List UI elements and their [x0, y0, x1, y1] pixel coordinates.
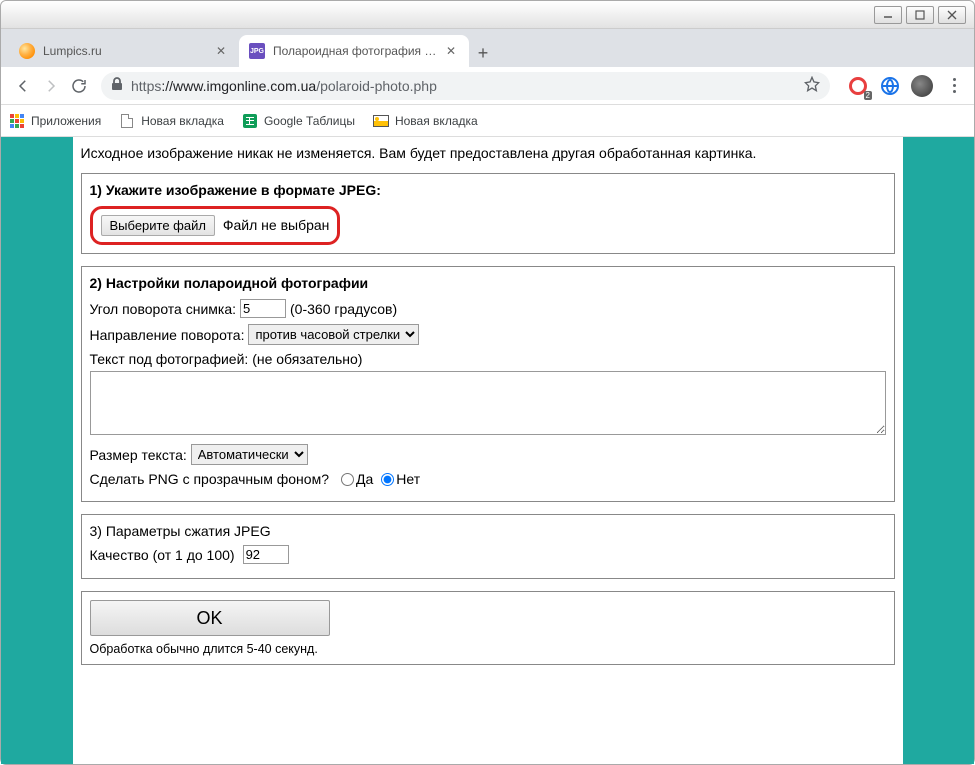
- url-host: ://www.imgonline.com.ua: [161, 78, 316, 94]
- upload-highlight: Выберите файл Файл не выбран: [90, 206, 341, 245]
- section-jpeg: 3) Параметры сжатия JPEG Качество (от 1 …: [81, 514, 895, 579]
- angle-hint: (0-360 градусов): [290, 301, 397, 317]
- quality-input[interactable]: [243, 545, 289, 564]
- png-no-label: Нет: [396, 471, 420, 487]
- browser-window: Lumpics.ru ✕ JPG Полароидная фотография …: [0, 0, 975, 765]
- extension-badge: 2: [864, 91, 872, 100]
- tab-title: Lumpics.ru: [43, 44, 209, 58]
- window-maximize-button[interactable]: [906, 6, 934, 24]
- address-bar[interactable]: https://www.imgonline.com.ua/polaroid-ph…: [101, 72, 830, 100]
- section-title: 1) Укажите изображение в формате JPEG:: [90, 182, 886, 198]
- sheets-icon: [242, 113, 258, 129]
- tab-close-button[interactable]: ✕: [213, 43, 229, 59]
- page-body: Исходное изображение никак не изменяется…: [73, 137, 903, 764]
- section-title: 2) Настройки полароидной фотографии: [90, 275, 886, 291]
- apps-bookmark[interactable]: Приложения: [9, 113, 101, 129]
- content-viewport[interactable]: Исходное изображение никак не изменяется…: [1, 137, 974, 764]
- angle-input[interactable]: [240, 299, 286, 318]
- caption-label: Текст под фотографией: (не обязательно): [90, 351, 363, 367]
- direction-label: Направление поворота:: [90, 327, 245, 343]
- window-close-button[interactable]: [938, 6, 966, 24]
- sheets-bookmark[interactable]: Google Таблицы: [242, 113, 355, 129]
- intro-text: Исходное изображение никак не изменяется…: [81, 137, 895, 173]
- window-titlebar: [1, 1, 974, 29]
- file-status: Файл не выбран: [223, 217, 330, 233]
- newtab-bookmark[interactable]: Новая вкладка: [119, 113, 224, 129]
- direction-select[interactable]: против часовой стрелки: [248, 324, 419, 345]
- bookmark-label: Новая вкладка: [395, 114, 478, 128]
- tab-imgonline[interactable]: JPG Полароидная фотография онла ✕: [239, 35, 469, 67]
- processing-hint: Обработка обычно длится 5-40 секунд.: [90, 642, 886, 656]
- png-yes-radio[interactable]: [341, 473, 354, 486]
- section-settings: 2) Настройки полароидной фотографии Угол…: [81, 266, 895, 502]
- angle-label: Угол поворота снимка:: [90, 301, 237, 317]
- orange-favicon-icon: [19, 43, 35, 59]
- jpg-favicon-icon: JPG: [249, 43, 265, 59]
- png-label: Сделать PNG с прозрачным фоном?: [90, 471, 329, 487]
- bookmark-star-icon[interactable]: [804, 76, 820, 95]
- window-minimize-button[interactable]: [874, 6, 902, 24]
- ok-button[interactable]: OK: [90, 600, 330, 636]
- quality-label: Качество (от 1 до 100): [90, 547, 235, 563]
- globe-extension-icon[interactable]: [878, 74, 902, 98]
- bookmark-label: Приложения: [31, 114, 101, 128]
- section-submit: OK Обработка обычно длится 5-40 секунд.: [81, 591, 895, 665]
- lock-icon: [111, 77, 123, 94]
- url-path: /polaroid-photo.php: [316, 78, 437, 94]
- png-yes-label: Да: [356, 471, 373, 487]
- reload-button[interactable]: [65, 72, 93, 100]
- forward-button[interactable]: [37, 72, 65, 100]
- tab-lumpics[interactable]: Lumpics.ru ✕: [9, 35, 239, 67]
- new-tab-button[interactable]: +: [469, 39, 497, 67]
- picture-icon: [373, 113, 389, 129]
- tab-title: Полароидная фотография онла: [273, 44, 439, 58]
- document-icon: [119, 113, 135, 129]
- choose-file-button[interactable]: Выберите файл: [101, 215, 215, 236]
- tab-strip: Lumpics.ru ✕ JPG Полароидная фотография …: [1, 29, 974, 67]
- bookmark-label: Google Таблицы: [264, 114, 355, 128]
- section-upload: 1) Укажите изображение в формате JPEG: В…: [81, 173, 895, 254]
- back-button[interactable]: [9, 72, 37, 100]
- profile-avatar[interactable]: [910, 74, 934, 98]
- tab-close-button[interactable]: ✕: [443, 43, 459, 59]
- bookmark-label: Новая вкладка: [141, 114, 224, 128]
- bookmarks-bar: Приложения Новая вкладка Google Таблицы …: [1, 105, 974, 137]
- newtab-bookmark-2[interactable]: Новая вкладка: [373, 113, 478, 129]
- text-size-label: Размер текста:: [90, 447, 187, 463]
- toolbar: https://www.imgonline.com.ua/polaroid-ph…: [1, 67, 974, 105]
- section-title: 3) Параметры сжатия JPEG: [90, 523, 886, 539]
- apps-grid-icon: [9, 113, 25, 129]
- png-no-radio[interactable]: [381, 473, 394, 486]
- caption-textarea[interactable]: [90, 371, 886, 435]
- menu-button[interactable]: [942, 74, 966, 98]
- url-scheme: https: [131, 78, 161, 94]
- text-size-select[interactable]: Автоматически: [191, 444, 308, 465]
- opera-extension-icon[interactable]: 2: [846, 74, 870, 98]
